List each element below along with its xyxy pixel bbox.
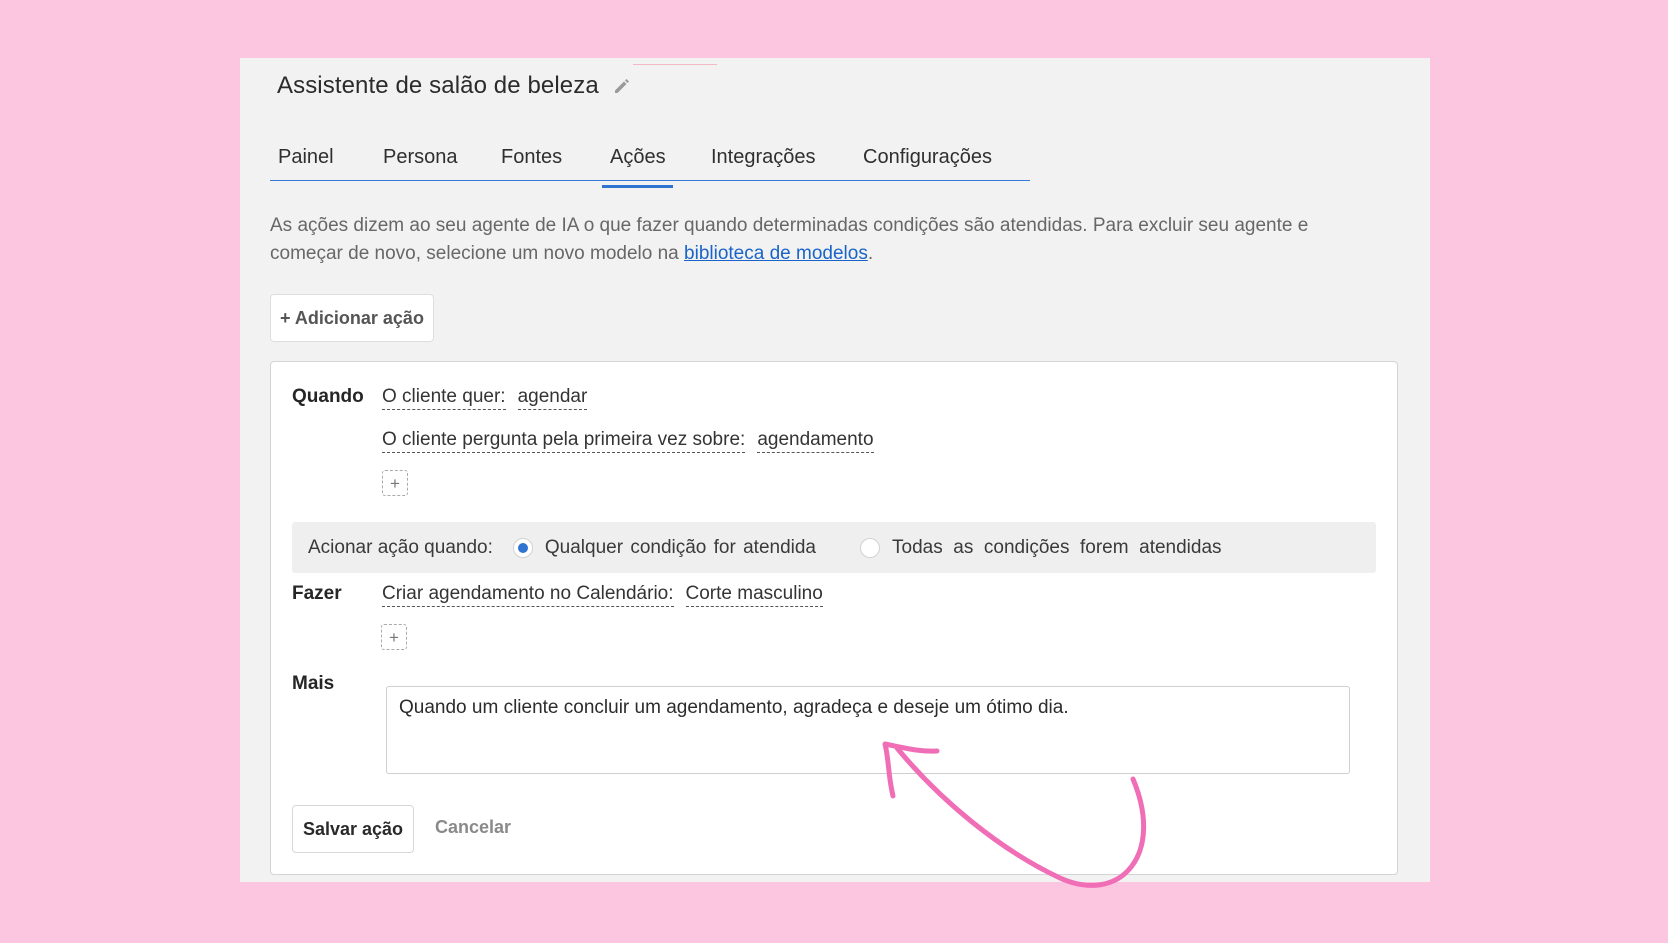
annotation-arrow — [882, 741, 1146, 888]
